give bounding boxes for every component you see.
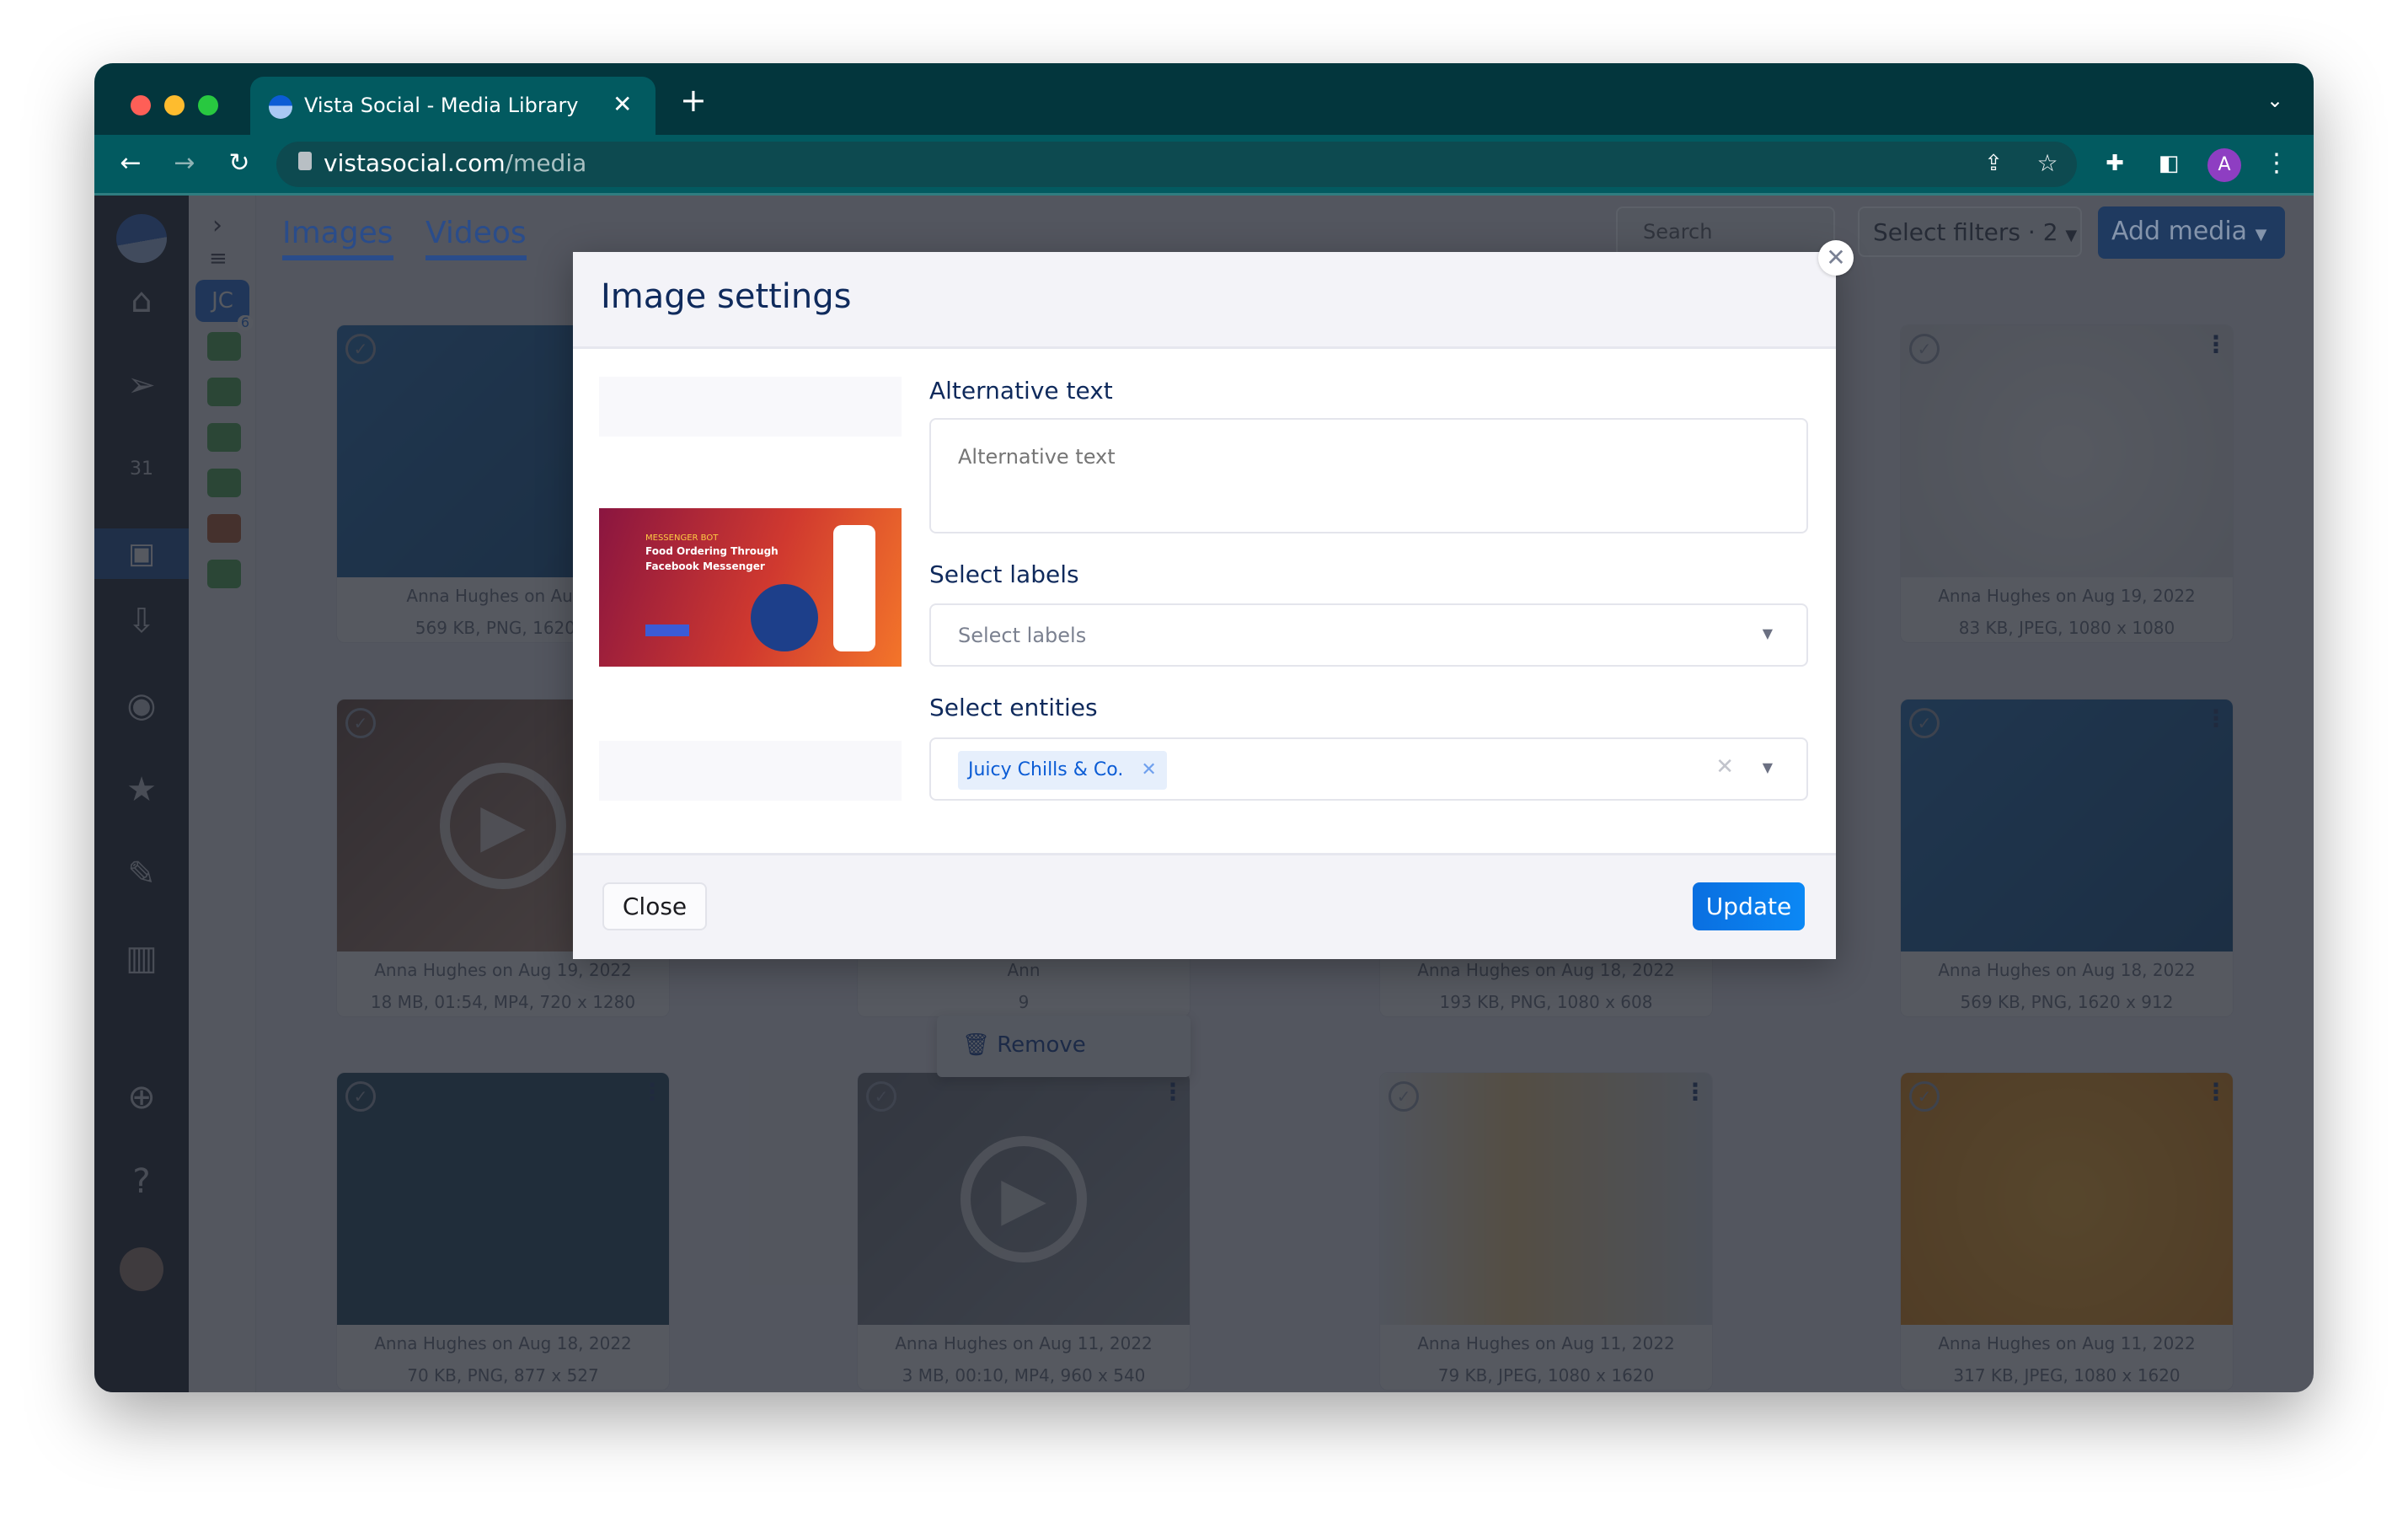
maximize-window-button[interactable] xyxy=(198,95,218,115)
address-bar[interactable]: vistasocial.com/media xyxy=(276,142,2077,187)
app-content: ⌂ ➢ 31 ▣ ⇩ ◉ ★ ✎ ▥ ⊕ ? › ≡ JC 6 xyxy=(94,196,2314,1392)
select-labels-placeholder: Select labels xyxy=(958,624,1087,647)
image-settings-modal: Image settings ✕ MESSENGER BOT Food Orde… xyxy=(573,240,1854,959)
url-domain: vistasocial.com xyxy=(324,149,506,177)
messenger-bot-badge xyxy=(645,624,689,636)
browser-tab[interactable]: Vista Social - Media Library ✕ xyxy=(250,77,656,135)
share-icon[interactable]: ⇪ xyxy=(1977,147,2010,180)
thumbnail-line2: Facebook Messenger xyxy=(645,560,765,572)
select-labels-dropdown[interactable]: Select labels ▼ xyxy=(929,603,1808,667)
thumbnail-line1: Food Ordering Through xyxy=(645,545,779,557)
profile-avatar[interactable]: A xyxy=(2207,148,2241,182)
entity-chip: Juicy Chills & Co. ✕ xyxy=(958,751,1167,790)
browser-toolbar: ← → ↻ vistasocial.com/media ⇪ ☆ ✚ ◧ A ⋮ xyxy=(94,135,2314,196)
thumbnail-placeholder xyxy=(599,741,902,801)
tab-images[interactable]: Images xyxy=(282,216,393,260)
modal-header: Image settings xyxy=(573,252,1836,349)
tab-videos[interactable]: Videos xyxy=(425,216,527,260)
browser-window: Vista Social - Media Library ✕ + ⌄ ← → ↻… xyxy=(94,63,2314,1392)
close-tab-icon[interactable]: ✕ xyxy=(613,90,632,118)
card-context-menu: 🗑 Remove xyxy=(937,1016,1191,1077)
modal-close-icon[interactable]: ✕ xyxy=(1818,240,1854,276)
clear-selection-icon[interactable]: ✕ xyxy=(1715,754,1734,780)
update-button[interactable]: Update xyxy=(1693,882,1805,930)
forward-icon[interactable]: → xyxy=(168,147,201,180)
trash-icon: 🗑 xyxy=(962,1032,991,1058)
bookmark-star-icon[interactable]: ☆ xyxy=(2031,147,2064,180)
select-entities-label: Select entities xyxy=(929,694,1098,721)
back-icon[interactable]: ← xyxy=(114,147,147,180)
chevron-down-icon: ▼ xyxy=(2255,226,2267,244)
alt-text-label: Alternative text xyxy=(929,377,1113,405)
close-button[interactable]: Close xyxy=(602,882,707,930)
thumbnail-tag: MESSENGER BOT xyxy=(645,533,719,543)
person-illustration xyxy=(751,584,818,651)
thumbnail-placeholder xyxy=(599,377,902,437)
new-tab-icon[interactable]: + xyxy=(680,82,707,119)
modal-footer: Close Update xyxy=(573,853,1836,959)
chevron-down-icon[interactable]: ▼ xyxy=(1763,759,1773,775)
tab-title: Vista Social - Media Library xyxy=(304,94,579,117)
reload-icon[interactable]: ↻ xyxy=(222,147,256,180)
chevron-down-icon: ▼ xyxy=(1762,625,1773,641)
select-labels-label: Select labels xyxy=(929,560,1079,588)
filters-label: Select filters · 2 xyxy=(1873,218,2058,246)
close-window-button[interactable] xyxy=(131,95,151,115)
lock-icon xyxy=(298,152,312,170)
vista-social-favicon-icon xyxy=(269,95,292,119)
select-entities-dropdown[interactable]: Juicy Chills & Co. ✕ ✕ ▼ xyxy=(929,737,1808,801)
search-input[interactable]: Search xyxy=(1616,206,1835,257)
url-path: /media xyxy=(505,149,587,177)
image-thumbnail: MESSENGER BOT Food Ordering Through Face… xyxy=(599,508,902,667)
side-panel-icon[interactable]: ◧ xyxy=(2152,147,2186,180)
add-media-button[interactable]: Add media ▼ xyxy=(2098,206,2285,259)
minimize-window-button[interactable] xyxy=(164,95,185,115)
extensions-puzzle-icon[interactable]: ✚ xyxy=(2098,147,2132,180)
remove-entity-icon[interactable]: ✕ xyxy=(1141,759,1156,780)
chevron-down-icon: ▼ xyxy=(2065,227,2078,244)
phone-illustration xyxy=(833,525,875,651)
add-media-label: Add media xyxy=(2111,217,2248,246)
tab-bar: Vista Social - Media Library ✕ + ⌄ xyxy=(94,63,2314,135)
browser-menu-icon[interactable]: ⋮ xyxy=(2260,147,2293,180)
remove-menu-item[interactable]: Remove xyxy=(997,1032,1086,1058)
tab-list-chevron-icon[interactable]: ⌄ xyxy=(2266,88,2283,112)
modal-title: Image settings xyxy=(601,277,852,316)
alt-text-textarea[interactable] xyxy=(929,418,1808,533)
select-filters-dropdown[interactable]: Select filters · 2 ▼ xyxy=(1858,206,2082,257)
entity-chip-label: Juicy Chills & Co. xyxy=(968,759,1124,780)
